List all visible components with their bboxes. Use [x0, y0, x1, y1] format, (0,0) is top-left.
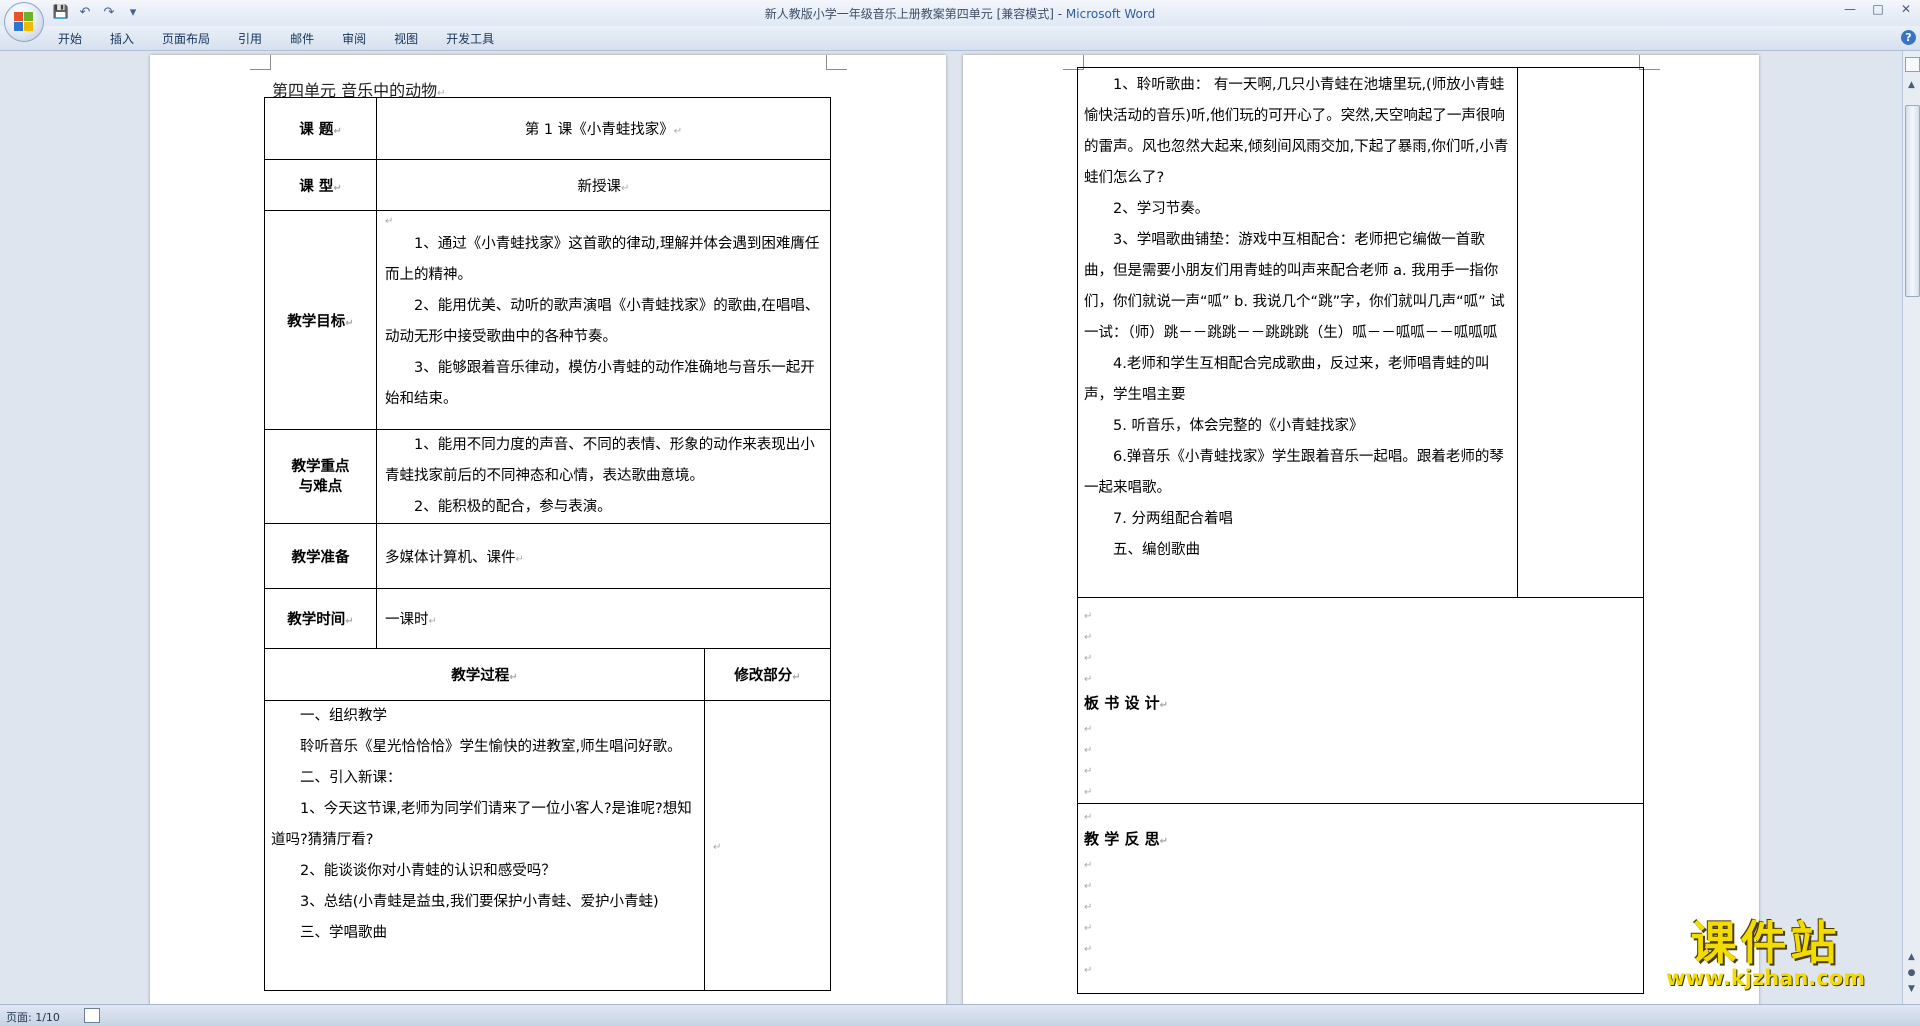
time-label: 教学时间↵ — [264, 588, 377, 649]
scroll-thumb[interactable] — [1905, 105, 1920, 297]
prep-value: 多媒体计算机、课件↵ — [376, 523, 831, 589]
title-bar: 💾 ↶ ↷ ▾ 新人教版小学一年级音乐上册教案第四单元 [兼容模式] - Mic… — [0, 0, 1920, 42]
process-cell: 一、组织教学 聆听音乐《星光恰恰恰》学生愉快的进教室,师生唱问好歌。 二、引入新… — [264, 700, 705, 991]
vertical-scrollbar[interactable]: ▲ ▲ ● ▼ — [1902, 51, 1920, 1004]
previous-page-icon[interactable]: ▲ — [1905, 951, 1918, 964]
close-icon[interactable]: ✕ — [1892, 0, 1920, 18]
document-area[interactable]: 第四单元 音乐中的动物↵ 课 题↵ 第 1 课《小青蛙找家》↵ 课 型↵ 新授课… — [0, 51, 1902, 1004]
minimize-icon[interactable]: — — [1836, 0, 1864, 18]
process-cell: 1、聆听歌曲： 有一天啊,几只小青蛙在池塘里玩,(师放小青蛙愉快活动的音乐)听,… — [1077, 67, 1518, 598]
goal-label: 教学目标↵ — [264, 210, 377, 430]
time-value: 一课时↵ — [376, 588, 831, 649]
process-step: 1、今天这节课,老师为同学们请来了一位小客人?是谁呢?想知道吗?猜猜厅看? — [271, 801, 692, 848]
table-row: ↵ 教 学 反 思↵ ↵ ↵ ↵ ↵ ↵ ↵ — [1077, 803, 1644, 994]
process-step: 4.老师和学生互相配合完成歌曲，反过来，老师唱青蛙的叫声，学生唱主要 — [1084, 356, 1490, 403]
office-button[interactable] — [4, 2, 44, 42]
tab-review[interactable]: 审阅 — [342, 30, 366, 47]
lesson-info-table: 课 题↵ 第 1 课《小青蛙找家》↵ 课 型↵ 新授课↵ 教学目标↵ ↵ 1、通… — [264, 97, 831, 649]
status-bar: 页面: 1/10 — [0, 1004, 1920, 1026]
board-design-label: 板 书 设 计↵ — [1084, 694, 1169, 712]
goal-item: 3、能够跟着音乐律动，模仿小青蛙的动作准确地与音乐一起开始和结束。 — [385, 360, 815, 407]
goal-item: 2、能用优美、动听的歌声演唱《小青蛙找家》的歌曲,在唱唱、动动无形中接受歌曲中的… — [385, 298, 820, 345]
watermark-logo: 课件站 www.kjzhan.com — [1666, 918, 1865, 990]
tab-mailings[interactable]: 邮件 — [290, 30, 314, 47]
topic-value: 第 1 课《小青蛙找家》↵ — [376, 97, 831, 160]
watermark-url: www.kjzhan.com — [1666, 966, 1866, 990]
key-point-item: 1、能用不同力度的声音、不同的表情、形象的动作来表现出小青蛙找家前后的不同神态和… — [385, 437, 815, 484]
scroll-up-icon[interactable]: ▲ — [1905, 79, 1918, 92]
process-step: 7. 分两组配合着唱 — [1113, 511, 1233, 527]
table-row: 教学过程↵ 修改部分↵ — [264, 648, 831, 701]
tab-home[interactable]: 开始 — [58, 30, 82, 47]
table-row: ↵ ↵ ↵ ↵ 板 书 设 计↵ ↵ ↵ ↵ ↵ — [1077, 597, 1644, 804]
table-row: 课 题↵ 第 1 课《小青蛙找家》↵ — [264, 97, 831, 160]
tab-developer[interactable]: 开发工具 — [446, 30, 494, 47]
tab-references[interactable]: 引用 — [238, 30, 262, 47]
key-points-label: 教学重点与难点 — [264, 429, 377, 524]
table-row: 1、聆听歌曲： 有一天啊,几只小青蛙在池塘里玩,(师放小青蛙愉快活动的音乐)听,… — [1077, 67, 1644, 598]
process-step: 聆听音乐《星光恰恰恰》学生愉快的进教室,师生唱问好歌。 — [300, 739, 682, 755]
goals-cell: ↵ 1、通过《小青蛙找家》这首歌的律动,理解并体会遇到困难膺任而上的精神。 2、… — [376, 210, 831, 430]
office-logo-icon — [14, 12, 34, 32]
app-name: Microsoft Word — [1065, 7, 1156, 21]
page-1[interactable]: 第四单元 音乐中的动物↵ 课 题↵ 第 1 课《小青蛙找家》↵ 课 型↵ 新授课… — [150, 55, 946, 1004]
process-step: 五、编创歌曲 — [1113, 542, 1200, 558]
maximize-icon[interactable]: □ — [1864, 0, 1892, 18]
page-2[interactable]: 1、聆听歌曲： 有一天啊,几只小青蛙在池塘里玩,(师放小青蛙愉快活动的音乐)听,… — [963, 55, 1759, 1004]
process-step: 一、组织教学 — [300, 708, 387, 724]
ruler-icon[interactable] — [1905, 57, 1920, 72]
process-step: 2、能谈谈你对小青蛙的认识和感受吗？ — [300, 863, 556, 879]
type-label: 课 型↵ — [264, 159, 377, 211]
crop-mark — [826, 55, 847, 70]
page-count[interactable]: 页面: 1/10 — [6, 1009, 60, 1025]
goal-item: 1、通过《小青蛙找家》这首歌的律动,理解并体会遇到困难膺任而上的精神。 — [385, 236, 820, 283]
table-row: 一、组织教学 聆听音乐《星光恰恰恰》学生愉快的进教室,师生唱问好歌。 二、引入新… — [264, 700, 831, 991]
tab-view[interactable]: 视图 — [394, 30, 418, 47]
select-browse-object-icon[interactable]: ● — [1905, 967, 1918, 980]
next-page-icon[interactable]: ▼ — [1905, 983, 1918, 996]
modify-cell: ↵ — [704, 700, 831, 991]
tab-page-layout[interactable]: 页面布局 — [162, 30, 210, 47]
process-step: 三、学唱歌曲 — [300, 925, 387, 941]
table-row: 课 型↵ 新授课↵ — [264, 159, 831, 211]
reflection-label: 教 学 反 思↵ — [1084, 830, 1169, 848]
watermark-text: 课件站 — [1690, 916, 1841, 970]
process-step: 2、学习节奏。 — [1113, 201, 1210, 217]
reflection-cell: ↵ 教 学 反 思↵ ↵ ↵ ↵ ↵ ↵ ↵ — [1077, 803, 1644, 994]
process-step: 二、引入新课： — [300, 770, 402, 786]
process-label: 教学过程↵ — [264, 648, 705, 701]
table-row: 教学准备 多媒体计算机、课件↵ — [264, 523, 831, 589]
proofing-status-icon[interactable] — [84, 1008, 100, 1023]
table-row: 教学目标↵ ↵ 1、通过《小青蛙找家》这首歌的律动,理解并体会遇到困难膺任而上的… — [264, 210, 831, 430]
process-step: 6.弹音乐《小青蛙找家》学生跟着音乐一起唱。跟着老师的琴一起来唱歌。 — [1084, 449, 1504, 496]
modify-cell — [1517, 67, 1644, 598]
ribbon: 开始 插入 页面布局 引用 邮件 审阅 视图 开发工具 ? — [0, 26, 1920, 51]
help-icon[interactable]: ? — [1901, 30, 1916, 45]
process-table: 教学过程↵ 修改部分↵ 一、组织教学 聆听音乐《星光恰恰恰》学生愉快的进教室,师… — [264, 648, 831, 991]
window-controls: — □ ✕ — [1836, 0, 1920, 18]
tab-insert[interactable]: 插入 — [110, 30, 134, 47]
prep-label: 教学准备 — [264, 523, 377, 589]
type-value: 新授课↵ — [376, 159, 831, 211]
table-row: 教学重点与难点 1、能用不同力度的声音、不同的表情、形象的动作来表现出小青蛙找家… — [264, 429, 831, 524]
crop-mark — [250, 55, 271, 70]
process-step: 3、学唱歌曲铺垫：游戏中互相配合：老师把它编做一首歌曲，但是需要小朋友们用青蛙的… — [1084, 232, 1505, 341]
process-step: 1、聆听歌曲： 有一天啊,几只小青蛙在池塘里玩,(师放小青蛙愉快活动的音乐)听,… — [1084, 77, 1509, 186]
board-design-cell: ↵ ↵ ↵ ↵ 板 书 设 计↵ ↵ ↵ ↵ ↵ — [1077, 597, 1644, 804]
key-point-item: 2、能积极的配合，参与表演。 — [414, 499, 612, 515]
process-step: 3、总结(小青蛙是益虫,我们要保护小青蛙、爱护小青蛙) — [300, 894, 659, 910]
continued-process-table: 1、聆听歌曲： 有一天啊,几只小青蛙在池塘里玩,(师放小青蛙愉快活动的音乐)听,… — [1077, 67, 1644, 994]
modify-label: 修改部分↵ — [704, 648, 831, 701]
table-row: 教学时间↵ 一课时↵ — [264, 588, 831, 649]
key-points-cell: 1、能用不同力度的声音、不同的表情、形象的动作来表现出小青蛙找家前后的不同神态和… — [376, 429, 831, 524]
topic-label: 课 题↵ — [264, 97, 377, 160]
document-name: 新人教版小学一年级音乐上册教案第四单元 [兼容模式] - — [764, 7, 1066, 21]
ribbon-tabs: 开始 插入 页面布局 引用 邮件 审阅 视图 开发工具 — [58, 30, 522, 47]
process-step: 5. 听音乐，体会完整的《小青蛙找家》 — [1113, 418, 1364, 434]
window-title: 新人教版小学一年级音乐上册教案第四单元 [兼容模式] - Microsoft W… — [0, 5, 1920, 22]
